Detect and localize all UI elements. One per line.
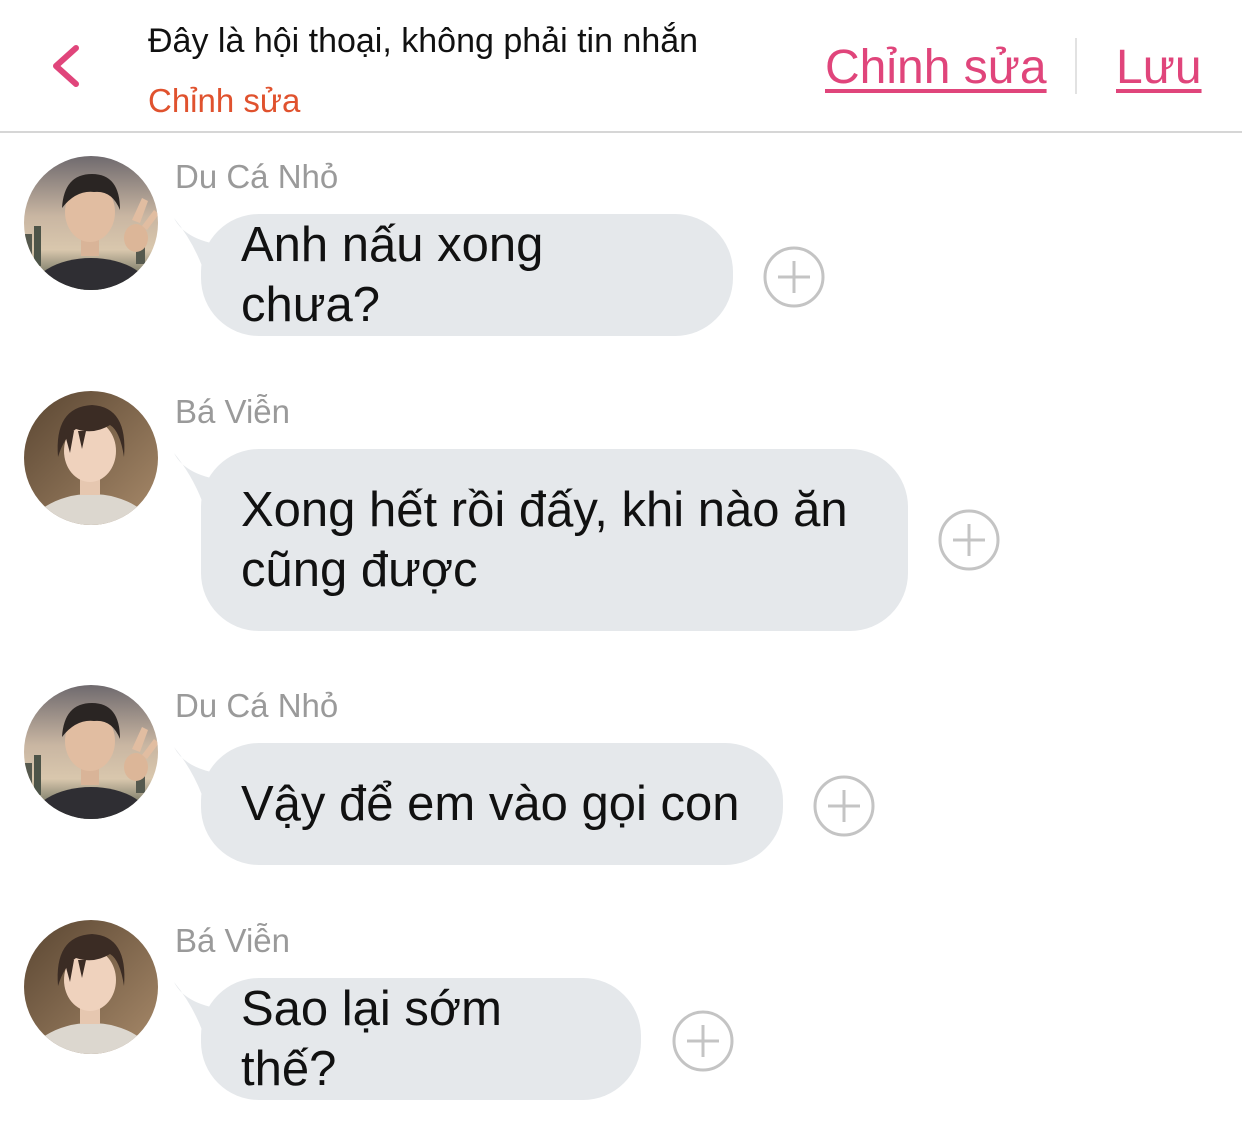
edit-button[interactable]: Chỉnh sửa	[825, 40, 1047, 95]
chevron-left-icon	[53, 45, 79, 87]
message-row: Du Cá Nhỏ Anh nấu xong chưa?	[0, 150, 1242, 350]
avatar[interactable]	[24, 391, 158, 525]
sender-name: Du Cá Nhỏ	[175, 158, 339, 195]
plus-circle-icon	[938, 509, 1000, 571]
plus-circle-icon	[672, 1010, 734, 1072]
page-subtitle: Chỉnh sửa	[148, 82, 301, 119]
plus-circle-icon	[763, 246, 825, 308]
add-reaction-button[interactable]	[671, 1009, 735, 1073]
header-divider	[1075, 38, 1077, 94]
message-row: Du Cá Nhỏ Vậy để em vào gọi con	[0, 679, 1242, 879]
page-title: Đây là hội thoại, không phải tin nhắn	[148, 22, 699, 60]
back-button[interactable]	[40, 36, 100, 96]
sender-name: Du Cá Nhỏ	[175, 687, 339, 724]
add-reaction-button[interactable]	[812, 774, 876, 838]
avatar[interactable]	[24, 685, 158, 819]
top-bar: Đây là hội thoại, không phải tin nhắn Ch…	[0, 0, 1242, 133]
message-bubble[interactable]: Xong hết rồi đấy, khi nào ăn cũng được	[201, 449, 908, 631]
add-reaction-button[interactable]	[937, 508, 1001, 572]
avatar[interactable]	[24, 920, 158, 1054]
message-bubble[interactable]: Sao lại sớm thế?	[201, 978, 641, 1100]
message-row: Bá Viễn Sao lại sớm thế?	[0, 914, 1242, 1114]
save-button[interactable]: Lưu	[1116, 40, 1202, 95]
message-row: Bá Viễn Xong hết rồi đấy, khi nào ăn cũn…	[0, 385, 1242, 645]
message-bubble[interactable]: Anh nấu xong chưa?	[201, 214, 733, 336]
message-bubble[interactable]: Vậy để em vào gọi con	[201, 743, 783, 865]
avatar[interactable]	[24, 156, 158, 290]
plus-circle-icon	[813, 775, 875, 837]
sender-name: Bá Viễn	[175, 393, 290, 430]
add-reaction-button[interactable]	[762, 245, 826, 309]
sender-name: Bá Viễn	[175, 922, 290, 959]
